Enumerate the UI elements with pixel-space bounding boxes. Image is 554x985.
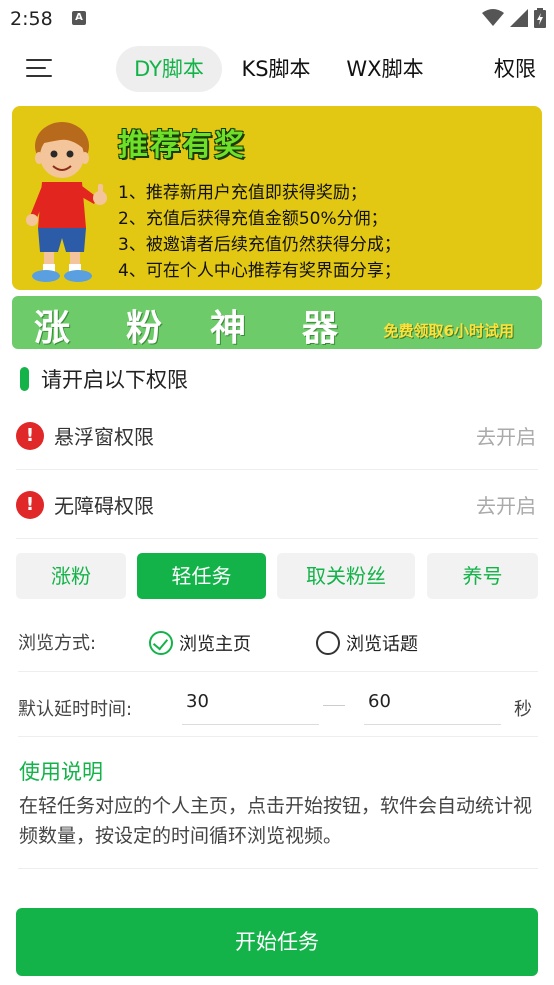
tab-permissions[interactable]: 权限 — [484, 46, 546, 92]
check-circle-icon — [149, 631, 173, 655]
banner-line-2: 2、充值后获得充值金额50%分佣； — [118, 209, 388, 229]
top-nav: DY脚本 KS脚本 WX脚本 权限 — [0, 44, 554, 96]
growth-char-2: 粉 — [126, 308, 163, 349]
permission-row-overlay[interactable]: ! 悬浮窗权限 去开启 — [16, 402, 538, 470]
status-bar: 2:58 A — [0, 0, 554, 38]
divider — [18, 868, 538, 869]
start-task-button[interactable]: 开始任务 — [16, 908, 538, 976]
warning-icon: ! — [16, 491, 44, 519]
growth-subtitle: 免费领取6小时试用 — [383, 322, 514, 340]
growth-char-1: 涨 — [34, 308, 71, 349]
instructions-body: 在轻任务对应的个人主页，点击开始按钮，软件会自动统计视频数量，按设定的时间循环浏… — [19, 795, 533, 847]
empty-circle-icon — [316, 631, 340, 655]
a-letter-icon: A — [72, 11, 86, 25]
mode-nurture-account-button[interactable]: 养号 — [427, 553, 538, 599]
radio-label: 浏览话题 — [346, 634, 418, 655]
browse-mode-label: 浏览方式: — [18, 633, 97, 654]
permission-label: 无障碍权限 — [54, 494, 154, 518]
banner-title: 推荐有奖 — [118, 128, 246, 163]
growth-tool-banner[interactable]: 涨 粉 神 器 免费领取6小时试用 — [12, 296, 542, 349]
tab-wx[interactable]: WX脚本 — [332, 46, 438, 92]
enable-link[interactable]: 去开启 — [476, 421, 536, 450]
banner-line-1: 1、推荐新用户充值即获得奖励； — [118, 183, 367, 203]
referral-banner[interactable]: 推荐有奖 1、推荐新用户充值即获得奖励； 2、充值后获得充值金额50%分佣； 3… — [12, 106, 542, 290]
delay-max-input[interactable]: 60 — [364, 685, 501, 725]
instructions-title: 使用说明 — [19, 760, 103, 784]
permission-label: 悬浮窗权限 — [54, 425, 154, 449]
mode-unfollow-button[interactable]: 取关粉丝 — [277, 553, 415, 599]
permissions-header: 请开启以下权限 — [20, 364, 188, 394]
banner-line-4: 4、可在个人中心推荐有奖界面分享； — [118, 261, 401, 281]
radio-browse-topic[interactable]: 浏览话题 — [316, 630, 418, 656]
tab-dy[interactable]: DY脚本 — [116, 46, 222, 92]
permission-row-accessibility[interactable]: ! 无障碍权限 去开启 — [16, 471, 538, 539]
growth-char-3: 神 — [210, 308, 247, 349]
status-time: 2:58 — [10, 8, 53, 30]
tab-ks[interactable]: KS脚本 — [228, 46, 324, 92]
warning-icon: ! — [16, 422, 44, 450]
mode-grow-fans-button[interactable]: 涨粉 — [16, 553, 126, 599]
permissions-title: 请开启以下权限 — [41, 368, 188, 392]
radio-label: 浏览主页 — [179, 634, 251, 655]
mode-light-task-button[interactable]: 轻任务 — [137, 553, 266, 599]
battery-icon — [534, 8, 546, 28]
enable-link[interactable]: 去开启 — [476, 490, 536, 519]
signal-icon — [510, 9, 528, 27]
section-marker — [20, 367, 29, 391]
wifi-icon — [482, 9, 504, 26]
banner-line-3: 3、被邀请者后续充值仍然获得分成； — [118, 235, 401, 255]
cartoon-boy-thumbs-up-icon — [26, 122, 107, 282]
growth-char-4: 器 — [302, 308, 339, 349]
status-icons — [482, 8, 546, 28]
range-separator — [323, 705, 345, 706]
menu-icon[interactable] — [26, 59, 52, 81]
delay-unit: 秒 — [514, 699, 532, 720]
delay-label: 默认延时时间: — [18, 699, 133, 720]
radio-browse-homepage[interactable]: 浏览主页 — [149, 630, 251, 656]
delay-row: 默认延时时间: 30 60 秒 — [18, 673, 538, 737]
browse-mode-row: 浏览方式: 浏览主页 浏览话题 — [18, 612, 538, 672]
delay-min-input[interactable]: 30 — [182, 685, 319, 725]
